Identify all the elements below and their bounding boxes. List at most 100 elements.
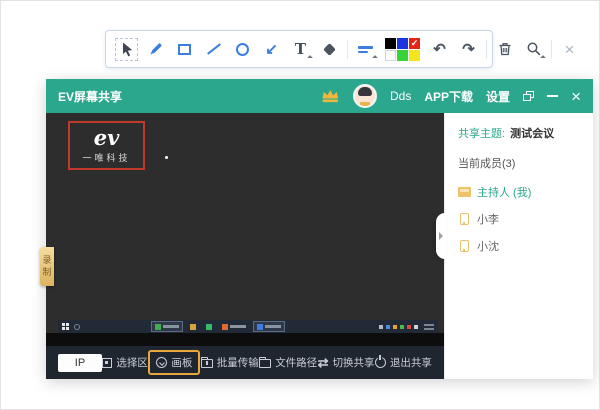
select-region-button[interactable]: 选择区 <box>102 355 148 370</box>
app-window: EV屏幕共享 Dds APP下载 设置 × ev 一唯科技 <box>46 79 593 379</box>
page: { "colors": { "accent_teal": "#2aa78d", … <box>0 0 600 410</box>
toolbar-separator <box>347 40 348 59</box>
color-palette: ✓ <box>385 38 420 61</box>
device-phone-icon <box>460 213 469 225</box>
panel-collapse-handle[interactable] <box>436 213 446 259</box>
annotation-toolbar: ↙ T ✓ ↶ ↷ × <box>105 30 493 68</box>
ip-button[interactable]: IP <box>58 354 102 372</box>
settings-link[interactable]: 设置 <box>486 88 510 105</box>
cursor-icon <box>119 41 135 57</box>
text-tool[interactable]: T <box>289 38 312 61</box>
eraser-tool[interactable] <box>318 38 341 61</box>
magnifier-icon <box>526 41 542 57</box>
titlebar: EV屏幕共享 Dds APP下载 设置 × <box>46 79 593 113</box>
color-swatch-blue[interactable] <box>397 38 408 49</box>
member-name: 小沈 <box>477 238 499 254</box>
search-icon <box>74 324 80 330</box>
clear-all-button[interactable] <box>493 38 516 61</box>
share-view-column: ev 一唯科技 <box>46 113 444 379</box>
minimize-icon[interactable] <box>547 95 558 97</box>
ev-logo: ev <box>94 127 120 148</box>
arrow-icon: ↙ <box>265 42 278 57</box>
text-icon: T <box>295 42 306 57</box>
pen-dot-annotation <box>165 156 168 159</box>
eraser-icon <box>323 43 336 56</box>
toolbar-separator <box>551 40 552 59</box>
whiteboard-icon <box>156 357 167 368</box>
chevron-right-icon <box>439 232 443 240</box>
undo-button[interactable]: ↶ <box>428 38 451 61</box>
power-icon <box>375 357 386 368</box>
taskbar-tray <box>379 324 434 330</box>
pen-tool[interactable] <box>144 38 167 61</box>
member-name: 小李 <box>477 211 499 227</box>
restore-icon[interactable] <box>523 91 534 101</box>
batch-transfer-button[interactable]: 批量传输 <box>201 355 259 370</box>
exit-share-button[interactable]: 退出共享 <box>375 355 432 370</box>
rectangle-icon <box>178 44 191 55</box>
shared-screen-canvas[interactable]: ev 一唯科技 <box>46 113 444 346</box>
vip-badge <box>360 102 370 106</box>
redo-icon: ↷ <box>462 42 475 57</box>
dropdown-caret <box>307 55 313 61</box>
window-title: EV屏幕共享 <box>58 88 122 105</box>
folder-upload-icon <box>201 359 213 368</box>
app-download-link[interactable]: APP下载 <box>424 88 473 105</box>
member-name: 主持人 (我) <box>477 184 531 200</box>
switch-share-button[interactable]: ⇄ 切换共享 <box>318 355 375 370</box>
ev-logo-caption: 一唯科技 <box>82 151 130 164</box>
dropdown-caret <box>372 55 378 61</box>
close-icon: × <box>565 41 575 58</box>
red-annotation-rectangle: ev 一唯科技 <box>68 121 145 170</box>
taskbar-app <box>203 321 215 332</box>
arrow-tool[interactable]: ↙ <box>260 38 283 61</box>
avatar[interactable] <box>353 84 377 108</box>
taskbar-app <box>151 321 183 332</box>
file-path-button[interactable]: 文件路径 <box>259 355 317 370</box>
screen-letterbox <box>46 333 444 346</box>
color-swatch-black[interactable] <box>385 38 396 49</box>
close-toolbar-button[interactable]: × <box>558 38 581 61</box>
ellipse-tool[interactable] <box>231 38 254 61</box>
thickness-tool[interactable] <box>354 38 377 61</box>
crown-icon[interactable] <box>320 88 340 104</box>
host-monitor-icon <box>458 187 471 197</box>
rectangle-tool[interactable] <box>173 38 196 61</box>
record-tab[interactable]: 录制 <box>40 247 54 286</box>
color-swatch-green[interactable] <box>397 50 408 61</box>
start-icon <box>62 323 69 330</box>
color-swatch-red-selected[interactable]: ✓ <box>409 38 420 49</box>
switch-arrows-icon: ⇄ <box>318 356 329 369</box>
magnifier-tool[interactable] <box>522 38 545 61</box>
dropdown-caret <box>540 55 546 61</box>
taskbar-apps <box>151 321 285 332</box>
device-phone-icon <box>460 240 469 252</box>
taskbar-app <box>219 321 249 332</box>
color-swatch-white[interactable] <box>385 50 396 61</box>
share-topic-value: 测试会议 <box>510 128 554 140</box>
whiteboard-button[interactable]: 画板 <box>148 350 200 375</box>
select-region-icon <box>102 358 112 368</box>
member-row[interactable]: 小沈 <box>458 238 585 254</box>
trash-icon <box>497 41 513 57</box>
member-row-host[interactable]: 主持人 (我) <box>458 184 585 200</box>
line-tool[interactable] <box>202 38 225 61</box>
thickness-icon <box>358 46 373 53</box>
check-icon: ✓ <box>411 39 419 48</box>
undo-icon: ↶ <box>433 42 446 57</box>
taskbar-app <box>187 321 199 332</box>
taskbar-clock <box>424 324 434 330</box>
bottom-action-bar: IP 选择区 画板 批量传输 文件路径 ⇄ <box>46 346 444 379</box>
members-panel: 共享主题: 测试会议 当前成员(3) 主持人 (我) 小李 小沈 <box>444 113 593 379</box>
member-row[interactable]: 小李 <box>458 211 585 227</box>
share-topic-label: 共享主题: <box>458 128 505 140</box>
taskbar-app <box>253 321 285 332</box>
color-swatch-yellow[interactable] <box>409 50 420 61</box>
close-window-icon[interactable]: × <box>571 88 581 105</box>
pen-icon <box>148 41 164 57</box>
cursor-tool[interactable] <box>115 38 138 61</box>
share-topic-row: 共享主题: 测试会议 <box>458 125 585 141</box>
toolbar-separator <box>486 40 487 59</box>
redo-button[interactable]: ↷ <box>457 38 480 61</box>
line-icon <box>207 43 221 54</box>
